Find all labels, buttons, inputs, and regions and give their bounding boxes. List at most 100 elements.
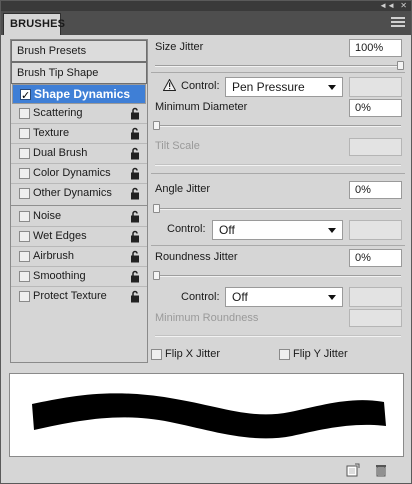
minimum-diameter-input[interactable]: 0% bbox=[349, 99, 402, 117]
noise-checkbox[interactable] bbox=[19, 211, 30, 222]
option-label: Texture bbox=[33, 127, 70, 139]
select-value: Off bbox=[219, 223, 235, 237]
roundness-jitter-slider-thumb[interactable] bbox=[153, 271, 160, 280]
lock-icon[interactable] bbox=[130, 250, 140, 263]
color-dynamics-checkbox[interactable] bbox=[19, 168, 30, 179]
size-jitter-slider-track[interactable] bbox=[155, 65, 401, 67]
tilt-scale-input bbox=[349, 138, 402, 156]
size-jitter-control-select[interactable]: Pen Pressure bbox=[225, 77, 343, 97]
scattering-checkbox[interactable] bbox=[19, 108, 30, 119]
lock-icon[interactable] bbox=[130, 187, 140, 200]
angle-jitter-control-select[interactable]: Off bbox=[212, 220, 343, 240]
minimum-diameter-slider-track[interactable] bbox=[155, 125, 401, 127]
lock-icon[interactable] bbox=[130, 290, 140, 303]
roundness-jitter-control-extra-field bbox=[349, 287, 402, 307]
airbrush-checkbox[interactable] bbox=[19, 251, 30, 262]
minimum-roundness-input bbox=[349, 309, 402, 327]
angle-jitter-slider-thumb[interactable] bbox=[153, 204, 160, 213]
option-label: Shape Dynamics bbox=[34, 87, 131, 101]
tilt-scale-slider-track bbox=[155, 164, 401, 166]
option-texture[interactable]: Texture bbox=[12, 124, 146, 143]
roundness-jitter-slider-track[interactable] bbox=[155, 275, 401, 277]
option-label: Airbrush bbox=[33, 250, 74, 262]
lock-icon[interactable] bbox=[130, 210, 140, 223]
flip-y-jitter-label: Flip Y Jitter bbox=[293, 348, 348, 360]
angle-jitter-input[interactable]: 0% bbox=[349, 181, 402, 199]
trash-icon[interactable] bbox=[375, 463, 387, 477]
option-airbrush[interactable]: Airbrush bbox=[12, 247, 146, 266]
size-jitter-label: Size Jitter bbox=[155, 41, 204, 53]
option-color-dynamics[interactable]: Color Dynamics bbox=[12, 164, 146, 183]
group-divider bbox=[11, 205, 147, 206]
brush-stroke-shape bbox=[32, 393, 386, 439]
warning-icon bbox=[163, 79, 176, 91]
lock-icon[interactable] bbox=[130, 107, 140, 120]
smoothing-checkbox[interactable] bbox=[19, 271, 30, 282]
option-label: Color Dynamics bbox=[33, 167, 111, 179]
chevron-down-icon bbox=[328, 228, 336, 233]
minimum-diameter-slider-thumb[interactable] bbox=[153, 121, 160, 130]
select-value: Pen Pressure bbox=[232, 80, 305, 94]
flip-x-jitter-checkbox[interactable] bbox=[151, 349, 162, 360]
option-shape-dynamics[interactable]: Shape Dynamics bbox=[12, 84, 146, 105]
option-other-dynamics[interactable]: Other Dynamics bbox=[12, 184, 146, 203]
flip-x-jitter-label: Flip X Jitter bbox=[165, 348, 221, 360]
option-label: Dual Brush bbox=[33, 147, 88, 159]
roundness-jitter-label: Roundness Jitter bbox=[155, 251, 238, 263]
panel-title-bar: ◄◄ ✕ bbox=[1, 1, 411, 11]
lock-icon[interactable] bbox=[130, 147, 140, 160]
brush-stroke-preview bbox=[9, 373, 404, 457]
section-divider bbox=[151, 245, 405, 246]
texture-checkbox[interactable] bbox=[19, 128, 30, 139]
protect-texture-checkbox[interactable] bbox=[19, 291, 30, 302]
minimum-roundness-slider-track bbox=[155, 335, 401, 337]
chevron-down-icon bbox=[328, 85, 336, 90]
new-brush-icon[interactable] bbox=[346, 463, 360, 477]
brush-tip-shape-button[interactable]: Brush Tip Shape bbox=[11, 62, 147, 84]
tab-row: BRUSHES bbox=[1, 11, 411, 35]
lock-icon[interactable] bbox=[130, 167, 140, 180]
lock-icon[interactable] bbox=[130, 127, 140, 140]
brush-options-list: Brush Presets Brush Tip Shape Shape Dyna… bbox=[10, 39, 148, 363]
option-noise[interactable]: Noise bbox=[12, 207, 146, 226]
size-jitter-control-label: Control: bbox=[181, 80, 220, 92]
angle-jitter-slider-track[interactable] bbox=[155, 208, 401, 210]
size-jitter-input[interactable]: 100% bbox=[349, 39, 402, 57]
flip-y-jitter-checkbox[interactable] bbox=[279, 349, 290, 360]
close-icon[interactable]: ✕ bbox=[400, 1, 407, 11]
section-divider bbox=[151, 72, 405, 73]
collapse-icon[interactable]: ◄◄ bbox=[379, 1, 395, 11]
select-value: Off bbox=[232, 290, 248, 304]
option-smoothing[interactable]: Smoothing bbox=[12, 267, 146, 286]
brushes-panel: ◄◄ ✕ BRUSHES Brush Presets Brush Tip Sha… bbox=[0, 0, 412, 484]
panel-menu-icon[interactable] bbox=[391, 17, 405, 29]
section-divider bbox=[151, 173, 405, 174]
roundness-jitter-control-label: Control: bbox=[181, 291, 220, 303]
option-label: Protect Texture bbox=[33, 290, 107, 302]
size-jitter-slider-thumb[interactable] bbox=[397, 61, 404, 70]
shape-dynamics-checkbox[interactable] bbox=[20, 87, 31, 105]
lock-icon[interactable] bbox=[130, 230, 140, 243]
option-scattering[interactable]: Scattering bbox=[12, 104, 146, 123]
brush-presets-button[interactable]: Brush Presets bbox=[11, 40, 147, 62]
roundness-jitter-input[interactable]: 0% bbox=[349, 249, 402, 267]
angle-jitter-control-label: Control: bbox=[167, 223, 206, 235]
size-jitter-control-extra-field bbox=[349, 77, 402, 97]
tab-brushes[interactable]: BRUSHES bbox=[3, 13, 65, 35]
option-protect-texture[interactable]: Protect Texture bbox=[12, 287, 146, 306]
chevron-down-icon bbox=[328, 295, 336, 300]
tilt-scale-label: Tilt Scale bbox=[155, 140, 200, 152]
option-label: Smoothing bbox=[33, 270, 86, 282]
dual-brush-checkbox[interactable] bbox=[19, 148, 30, 159]
option-label: Noise bbox=[33, 210, 62, 222]
wet-edges-checkbox[interactable] bbox=[19, 231, 30, 242]
lock-icon[interactable] bbox=[130, 270, 140, 283]
minimum-roundness-label: Minimum Roundness bbox=[155, 312, 259, 324]
other-dynamics-checkbox[interactable] bbox=[19, 188, 30, 199]
option-label: Wet Edges bbox=[33, 230, 87, 242]
option-dual-brush[interactable]: Dual Brush bbox=[12, 144, 146, 163]
angle-jitter-label: Angle Jitter bbox=[155, 183, 211, 195]
angle-jitter-control-extra-field bbox=[349, 220, 402, 240]
option-wet-edges[interactable]: Wet Edges bbox=[12, 227, 146, 246]
roundness-jitter-control-select[interactable]: Off bbox=[225, 287, 343, 307]
